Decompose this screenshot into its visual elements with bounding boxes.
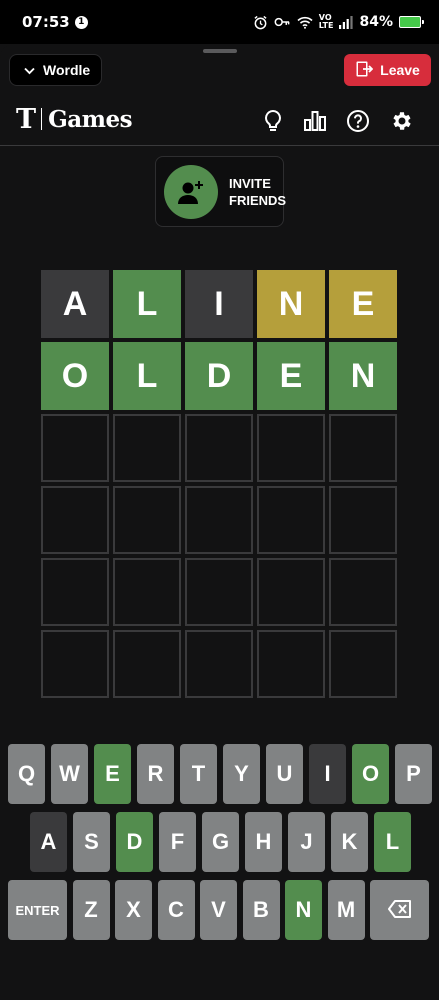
keyboard-row: QWERTYUIOP <box>0 744 439 804</box>
key-icon <box>274 16 291 28</box>
battery-icon <box>399 16 424 28</box>
key-t[interactable]: T <box>180 744 217 804</box>
key-i[interactable]: I <box>309 744 346 804</box>
sheet-header: Wordle Leave <box>0 44 439 96</box>
board-tile <box>41 558 109 626</box>
board-tile: O <box>41 342 109 410</box>
navigation-bar <box>0 952 439 1000</box>
board-tile <box>113 414 181 482</box>
help-icon[interactable] <box>345 108 371 134</box>
invite-friends-button[interactable]: INVITE FRIENDS <box>155 156 286 227</box>
board-tile <box>257 414 325 482</box>
chevron-down-icon <box>24 62 35 78</box>
backspace-icon <box>387 899 412 921</box>
alarm-icon <box>253 15 268 30</box>
key-w[interactable]: W <box>51 744 88 804</box>
logo-mark: T <box>16 103 37 135</box>
signal-icon <box>339 15 354 29</box>
statistics-icon[interactable] <box>302 108 328 134</box>
leave-label: Leave <box>380 62 420 78</box>
board-tile: D <box>185 342 253 410</box>
invite-label-line2: FRIENDS <box>229 192 287 208</box>
board-tile <box>329 630 397 698</box>
status-icons: VO LTE 84% <box>253 14 424 30</box>
board-tile <box>185 486 253 554</box>
key-e[interactable]: E <box>94 744 131 804</box>
board-tile: L <box>113 342 181 410</box>
network-type: VO LTE <box>319 14 334 30</box>
board-tile: N <box>257 270 325 338</box>
board-tile <box>113 558 181 626</box>
enter-key[interactable]: ENTER <box>8 880 67 940</box>
notification-badge: 1 <box>74 15 88 29</box>
board-tile <box>329 558 397 626</box>
game-selector-label: Wordle <box>43 62 91 78</box>
battery-percent: 84% <box>359 14 393 30</box>
logo-text: Games <box>48 105 133 133</box>
key-k[interactable]: K <box>331 812 368 872</box>
key-f[interactable]: F <box>159 812 196 872</box>
invite-label-line1: INVITE <box>229 175 271 191</box>
key-o[interactable]: O <box>352 744 389 804</box>
key-b[interactable]: B <box>242 880 280 940</box>
board-tile <box>185 414 253 482</box>
status-time: 07:53 <box>22 13 70 31</box>
logo-divider <box>41 108 43 130</box>
key-m[interactable]: M <box>327 880 365 940</box>
key-h[interactable]: H <box>245 812 282 872</box>
board-tile <box>329 486 397 554</box>
games-header: T Games <box>0 96 439 146</box>
settings-gear-icon[interactable] <box>388 108 414 134</box>
key-l[interactable]: L <box>374 812 411 872</box>
board-tile: E <box>329 270 397 338</box>
key-v[interactable]: V <box>200 880 237 940</box>
board-tile <box>41 486 109 554</box>
board-tile <box>257 630 325 698</box>
keyboard-row: ASDFGHJKL <box>0 812 439 872</box>
key-j[interactable]: J <box>288 812 325 872</box>
invite-label: INVITE FRIENDS <box>229 175 286 209</box>
network-label-bottom: LTE <box>318 21 334 30</box>
board-tile <box>257 486 325 554</box>
key-q[interactable]: Q <box>8 744 45 804</box>
nyt-games-logo[interactable]: T Games <box>16 103 133 135</box>
board-tile <box>41 630 109 698</box>
board-tile <box>329 414 397 482</box>
key-d[interactable]: D <box>116 812 153 872</box>
hint-lightbulb-icon[interactable] <box>260 108 286 134</box>
board-tile: N <box>329 342 397 410</box>
game-board: ALINEOLDEN <box>41 270 398 700</box>
board-tile <box>185 630 253 698</box>
board-tile <box>257 558 325 626</box>
key-s[interactable]: S <box>73 812 110 872</box>
key-n[interactable]: N <box>285 880 322 940</box>
key-c[interactable]: C <box>157 880 195 940</box>
key-x[interactable]: X <box>115 880 152 940</box>
add-friend-icon <box>164 164 218 219</box>
drag-handle[interactable] <box>203 49 237 53</box>
key-y[interactable]: Y <box>223 744 260 804</box>
key-r[interactable]: R <box>137 744 174 804</box>
board-tile: I <box>185 270 253 338</box>
key-a[interactable]: A <box>30 812 67 872</box>
board-tile <box>185 558 253 626</box>
leave-icon <box>355 60 374 81</box>
key-p[interactable]: P <box>395 744 432 804</box>
leave-button[interactable]: Leave <box>344 54 431 86</box>
game-selector-button[interactable]: Wordle <box>9 54 102 86</box>
wifi-icon <box>297 16 313 29</box>
backspace-key[interactable] <box>370 880 429 940</box>
board-tile <box>113 630 181 698</box>
key-g[interactable]: G <box>202 812 239 872</box>
board-tile: A <box>41 270 109 338</box>
board-tile: L <box>113 270 181 338</box>
key-u[interactable]: U <box>266 744 303 804</box>
board-tile: E <box>257 342 325 410</box>
board-tile <box>41 414 109 482</box>
key-z[interactable]: Z <box>72 880 110 940</box>
keyboard-row: ENTER Z X C V B N M <box>0 880 439 940</box>
board-tile <box>113 486 181 554</box>
status-bar: 07:53 1 VO LTE 84% <box>0 0 439 44</box>
